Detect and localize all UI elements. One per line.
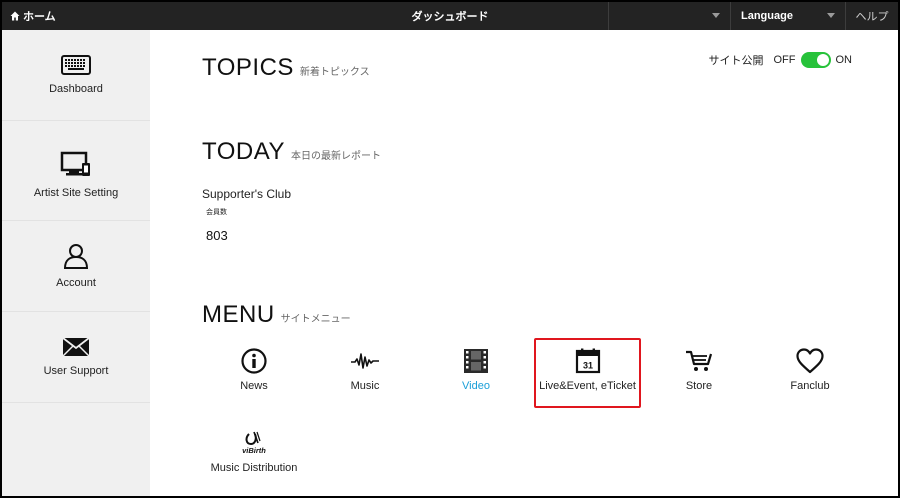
member-count-label: 会員数 <box>206 209 227 216</box>
info-icon <box>241 348 267 374</box>
toggle-on-label: ON <box>835 54 853 66</box>
heart-icon <box>796 348 824 374</box>
site-publish-control: サイト公開 OFF ON <box>708 52 853 68</box>
account-dropdown[interactable] <box>608 2 730 30</box>
monitor-icon <box>60 151 90 176</box>
today-title: TODAY <box>202 138 285 165</box>
menu-item-news[interactable]: News <box>202 338 306 404</box>
sidebar-item-account[interactable]: Account <box>2 221 150 312</box>
member-count: 803 <box>206 228 228 243</box>
app-frame: ホーム ダッシュボード Language ヘルプ Dashboard Artis… <box>2 2 898 496</box>
home-icon <box>10 11 20 21</box>
film-icon <box>464 349 488 373</box>
cart-icon <box>686 350 713 371</box>
calendar-icon: 31 <box>575 348 600 374</box>
menu-title: MENU <box>202 301 275 328</box>
main-content: TOPICS 新着トピックス サイト公開 OFF ON TODAY 本日の最新レ… <box>150 30 898 496</box>
sidebar-item-artist-site-setting[interactable]: Artist Site Setting <box>2 130 150 221</box>
sidebar-item-dashboard[interactable]: Dashboard <box>2 30 150 121</box>
sidebar-item-label: Dashboard <box>49 83 103 95</box>
menu-item-label: Live&Event, eTicket <box>539 380 636 392</box>
sidebar: Dashboard Artist Site Setting Account Us… <box>2 30 150 496</box>
sidebar-item-label: Account <box>56 277 96 289</box>
menu-item-label: Fanclub <box>790 380 830 392</box>
menu-item-label: Video <box>462 380 490 392</box>
sidebar-item-label: User Support <box>43 365 109 377</box>
sidebar-item-label: Artist Site Setting <box>33 187 119 199</box>
menu-item-fanclub[interactable]: Fanclub <box>758 338 862 404</box>
toggle-knob <box>816 54 829 66</box>
today-heading: TODAY 本日の最新レポート <box>202 138 381 166</box>
help-link[interactable]: ヘルプ <box>846 2 898 30</box>
keyboard-icon <box>61 55 91 75</box>
menu-item-live-event-eticket[interactable]: 31 Live&Event, eTicket <box>534 338 641 408</box>
virbirth-logo-icon: viBirth <box>242 431 266 455</box>
site-publish-toggle[interactable] <box>800 52 831 68</box>
menu-item-label: Music Distribution <box>210 462 298 474</box>
topics-heading: TOPICS 新着トピックス <box>202 54 370 82</box>
language-dropdown[interactable]: Language <box>731 2 845 30</box>
menu-heading: MENU サイトメニュー <box>202 301 351 329</box>
topics-title: TOPICS <box>202 54 294 81</box>
envelope-icon <box>62 337 90 357</box>
calendar-day: 31 <box>582 361 592 371</box>
menu-item-label: Store <box>685 380 713 392</box>
menu-item-music-distribution[interactable]: viBirth Music Distribution <box>202 420 306 486</box>
topics-subtitle: 新着トピックス <box>299 67 370 78</box>
waveform-icon <box>351 353 379 369</box>
home-label: ホーム <box>23 11 56 23</box>
site-publish-label: サイト公開 <box>708 55 764 67</box>
menu-item-video[interactable]: Video <box>424 338 528 404</box>
top-bar: ホーム ダッシュボード Language ヘルプ <box>2 2 898 30</box>
menu-item-music[interactable]: Music <box>313 338 417 404</box>
today-subtitle: 本日の最新レポート <box>290 151 381 162</box>
club-name: Supporter's Club <box>202 187 292 201</box>
toggle-off-label: OFF <box>773 54 796 66</box>
menu-subtitle: サイトメニュー <box>280 314 351 325</box>
home-link[interactable]: ホーム <box>10 2 56 30</box>
language-label: Language <box>741 10 793 22</box>
menu-item-store[interactable]: Store <box>647 338 751 404</box>
sidebar-item-user-support[interactable]: User Support <box>2 312 150 403</box>
chevron-down-icon <box>827 13 835 18</box>
user-icon <box>63 244 89 269</box>
menu-item-label: News <box>240 380 268 392</box>
logo-text: viBirth <box>242 446 266 455</box>
menu-item-label: Music <box>350 380 380 392</box>
chevron-down-icon <box>712 13 720 18</box>
